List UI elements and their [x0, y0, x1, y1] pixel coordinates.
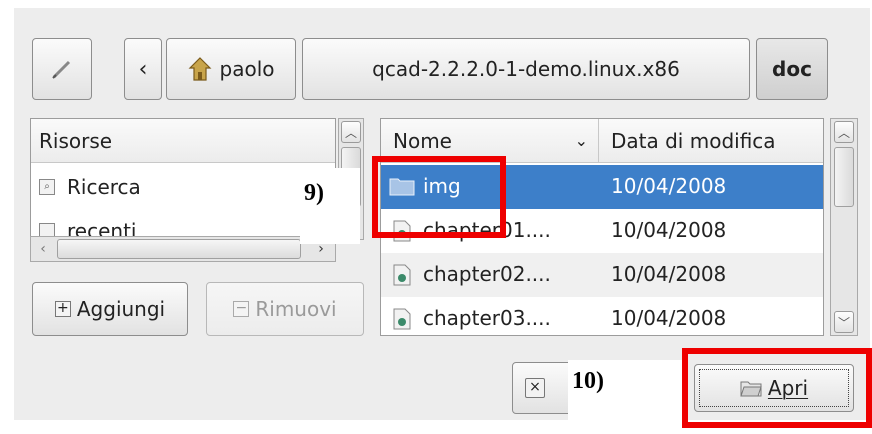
places-hscrollbar[interactable]: ‹ ›	[30, 236, 336, 262]
annotation-text: 9)	[304, 180, 324, 206]
back-button[interactable]: ‹	[124, 38, 162, 100]
file-name: chapter02....	[423, 262, 551, 286]
remove-icon: −	[233, 301, 250, 317]
places-item-label: Ricerca	[67, 175, 141, 199]
file-name: chapter03....	[423, 306, 551, 330]
path-segment-label: qcad-2.2.2.0-1-demo.linux.x86	[372, 57, 680, 81]
cancel-icon: ×	[525, 378, 545, 398]
add-icon: +	[54, 301, 71, 317]
places-panel: Risorse ⌕ Ricerca recenti	[30, 118, 336, 240]
edit-location-button[interactable]	[32, 38, 92, 100]
path-home-button[interactable]: paolo	[166, 38, 296, 100]
annotation-label-10: 10)	[568, 360, 682, 426]
home-icon	[188, 57, 211, 81]
scroll-thumb[interactable]	[834, 147, 854, 207]
hscroll-thumb[interactable]	[57, 239, 301, 259]
document-icon	[393, 308, 411, 330]
path-segment-button[interactable]: qcad-2.2.2.0-1-demo.linux.x86	[302, 38, 750, 100]
edit-icon	[52, 60, 71, 79]
file-date: 10/04/2008	[611, 174, 727, 198]
scroll-up-icon: ︿	[834, 121, 854, 143]
places-header-label: Risorse	[39, 128, 113, 153]
document-icon	[393, 264, 411, 286]
path-current-label: doc	[772, 57, 812, 81]
scroll-up-icon: ︿	[341, 121, 361, 143]
annotation-text: 10)	[572, 368, 604, 394]
file-date: 10/04/2008	[611, 306, 727, 330]
scroll-left-icon: ‹	[40, 241, 46, 257]
home-label: paolo	[219, 57, 275, 81]
file-row[interactable]: chapter02.... 10/04/2008	[381, 253, 823, 297]
scroll-down-icon: ﹀	[834, 311, 854, 333]
file-date: 10/04/2008	[611, 218, 727, 242]
annotation-label-9: 9)	[300, 168, 360, 244]
path-current-button[interactable]: doc	[756, 38, 828, 100]
remove-button-label: Rimuovi	[255, 297, 337, 321]
places-item-search[interactable]: ⌕ Ricerca	[39, 175, 141, 199]
chevron-left-icon: ‹	[138, 56, 148, 82]
sort-chevron-down-icon: ⌄	[574, 131, 588, 150]
add-button-label: Aggiungi	[76, 297, 166, 321]
annotation-highlight-open	[682, 348, 872, 428]
remove-bookmark-button[interactable]: − Rimuovi	[206, 282, 364, 336]
annotation-highlight-img	[372, 156, 506, 238]
column-date-label: Data di modifica	[611, 128, 776, 153]
column-name-label: Nome	[393, 128, 452, 153]
file-row[interactable]: chapter03.... 10/04/2008	[381, 297, 823, 335]
file-list-scrollbar[interactable]: ︿ ﹀	[830, 118, 858, 336]
add-bookmark-button[interactable]: + Aggiungi	[32, 282, 188, 336]
file-date: 10/04/2008	[611, 262, 727, 286]
search-icon: ⌕	[39, 179, 55, 195]
places-header[interactable]: Risorse	[31, 119, 335, 163]
column-date-header[interactable]: Data di modifica	[599, 119, 823, 162]
